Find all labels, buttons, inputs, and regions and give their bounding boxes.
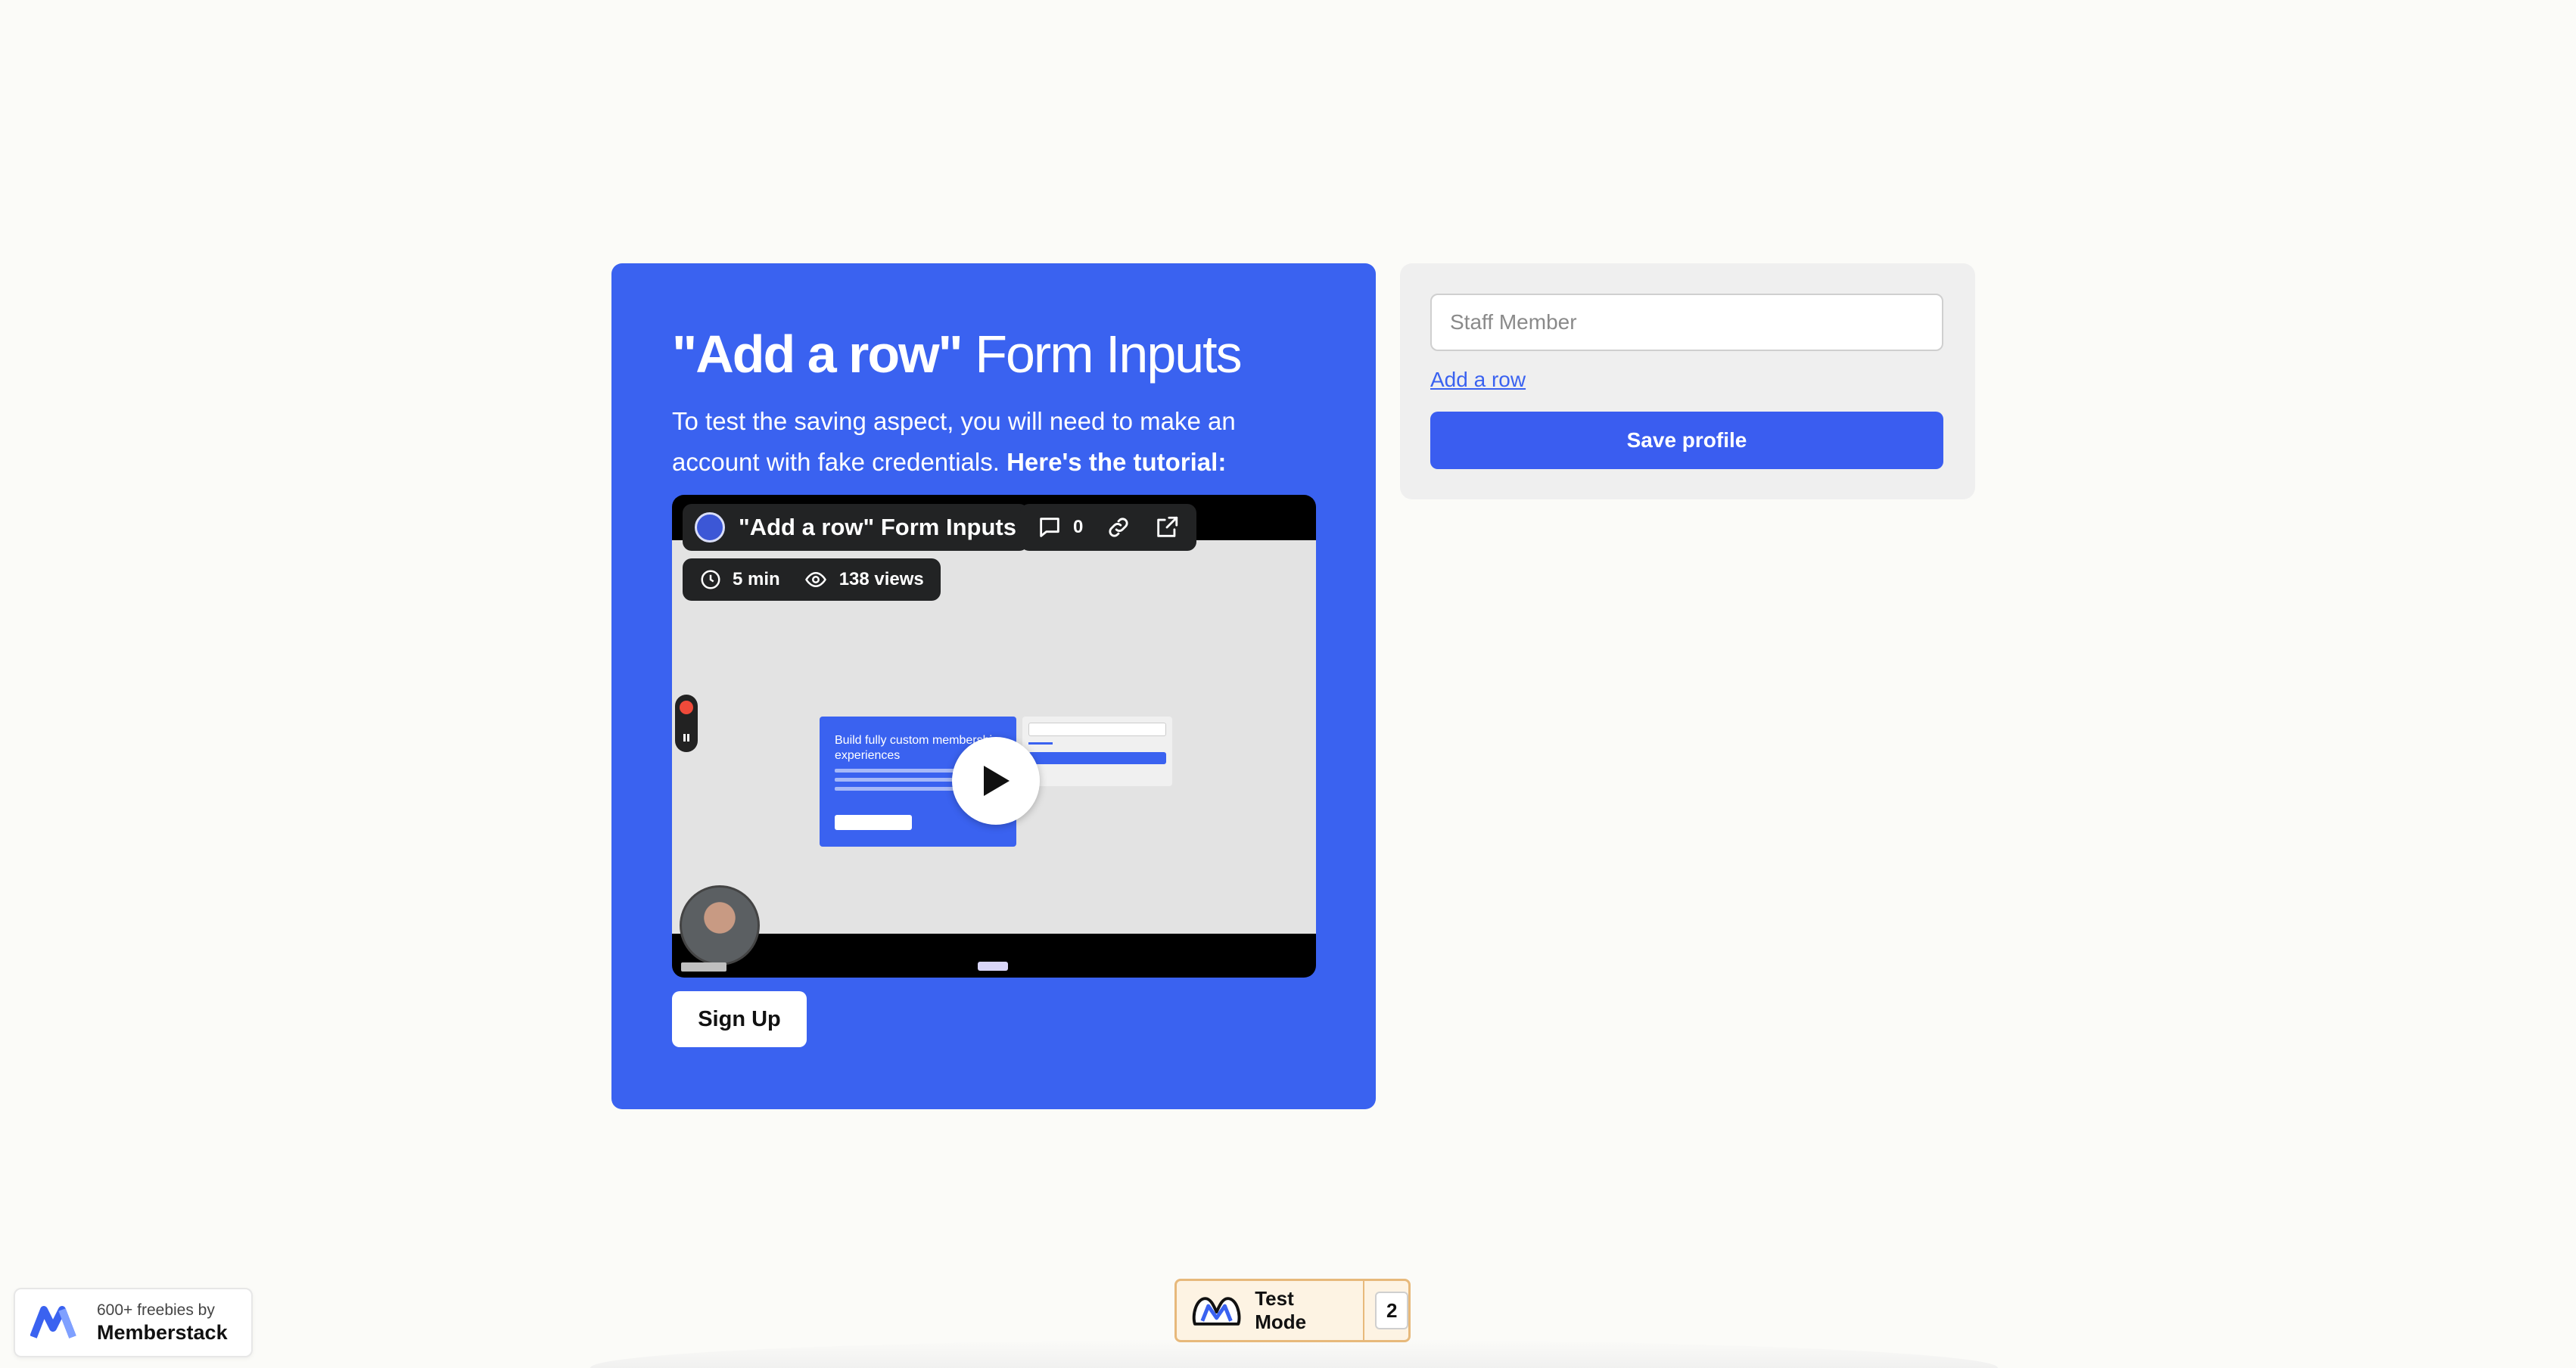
add-row-link[interactable]: Add a row	[1430, 368, 1526, 392]
save-profile-button[interactable]: Save profile	[1430, 412, 1943, 469]
hero-title: "Add a row" Form Inputs	[672, 322, 1315, 386]
play-icon	[984, 766, 1010, 796]
page: "Add a row" Form Inputs To test the savi…	[0, 0, 2576, 1368]
video-actions-pill: 0	[1020, 504, 1197, 551]
preview-form-link	[1028, 742, 1053, 745]
test-mode-divider	[1363, 1281, 1365, 1340]
comment-count: 0	[1073, 517, 1084, 537]
freebies-badge[interactable]: 600+ freebies by Memberstack	[14, 1288, 253, 1357]
hero-lead-strong: Here's the tutorial:	[1006, 448, 1227, 476]
preview-logo	[681, 962, 726, 972]
memberstack-logo-icon	[30, 1306, 76, 1338]
video-title-pill[interactable]: "Add a row" Form Inputs	[683, 504, 1028, 551]
freebies-line-2: Memberstack	[97, 1321, 228, 1344]
comment-icon[interactable]	[1037, 515, 1062, 540]
author-avatar	[695, 512, 725, 543]
preview-form-input	[1028, 723, 1166, 736]
freebies-text: 600+ freebies by Memberstack	[97, 1301, 228, 1345]
hero-title-rest: Form Inputs	[975, 325, 1242, 384]
record-dot-icon	[680, 701, 693, 714]
video-embed[interactable]: Build fully custom membership experience…	[672, 495, 1316, 978]
profile-form-card: Add a row Save profile	[1400, 263, 1975, 499]
recording-controls	[675, 695, 698, 752]
preview-form	[1022, 717, 1172, 786]
external-link-icon[interactable]	[1154, 515, 1180, 540]
preview-test-badge	[978, 962, 1008, 971]
test-mode-count: 2	[1375, 1292, 1408, 1329]
hero-title-strong: "Add a row"	[672, 325, 963, 384]
link-icon[interactable]	[1106, 515, 1131, 540]
freebies-line-1: 600+ freebies by	[97, 1301, 215, 1319]
preview-form-button	[1028, 752, 1166, 764]
eye-icon	[804, 571, 826, 588]
presenter-avatar	[680, 885, 760, 965]
clock-icon	[701, 570, 720, 589]
test-mode-badge[interactable]: Test Mode 2	[1174, 1279, 1411, 1342]
hero-card: "Add a row" Form Inputs To test the savi…	[611, 263, 1376, 1109]
preview-card-line	[835, 778, 971, 782]
pause-icon	[683, 734, 689, 742]
bottom-shade	[590, 1339, 1998, 1368]
memberstack-mode-icon	[1192, 1297, 1241, 1326]
sign-up-button[interactable]: Sign Up	[672, 991, 807, 1047]
video-duration: 5 min	[733, 569, 780, 589]
hero-lead: To test the saving aspect, you will need…	[672, 401, 1323, 483]
video-title: "Add a row" Form Inputs	[739, 514, 1016, 540]
play-button[interactable]	[952, 737, 1040, 825]
test-mode-toggle[interactable]: Test Mode	[1177, 1281, 1363, 1340]
test-mode-label: Test Mode	[1255, 1287, 1307, 1333]
staff-member-input[interactable]	[1430, 294, 1943, 351]
video-views: 138 views	[838, 569, 924, 589]
preview-card-button	[835, 815, 912, 830]
video-stats-pill: 5 min 138 views	[683, 558, 941, 601]
